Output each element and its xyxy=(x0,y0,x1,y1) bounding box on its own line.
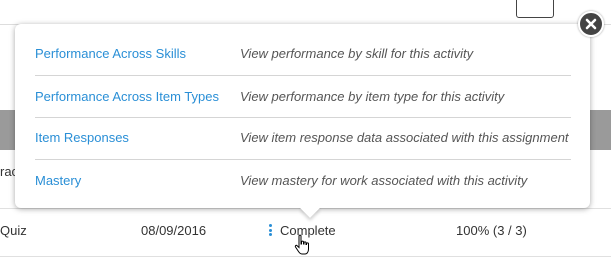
menu-divider xyxy=(35,75,571,76)
close-button[interactable] xyxy=(578,11,604,37)
activity-reports-popover: Performance Across Skills View performan… xyxy=(15,24,590,218)
activity-date: 08/09/2016 xyxy=(141,223,207,238)
menu-item-link[interactable]: Mastery xyxy=(35,173,81,188)
menu-item-description: View mastery for work associated with th… xyxy=(240,173,528,188)
toolbar-button[interactable] xyxy=(516,0,554,18)
menu-item-link[interactable]: Performance Across Skills xyxy=(35,46,186,61)
menu-item-link[interactable]: Item Responses xyxy=(35,130,129,145)
menu-item-link[interactable]: Performance Across Item Types xyxy=(35,89,219,104)
score-value: 100% (3 / 3) xyxy=(456,223,527,238)
more-options-icon[interactable] xyxy=(267,224,273,238)
activity-type: Quiz xyxy=(0,223,27,238)
menu-item-description: View item response data associated with … xyxy=(240,130,569,145)
menu-item-performance-across-skills[interactable]: Performance Across Skills View performan… xyxy=(35,34,571,74)
menu-item-mastery[interactable]: Mastery View mastery for work associated… xyxy=(35,161,571,201)
menu-item-description: View performance by item type for this a… xyxy=(240,89,505,104)
menu-divider xyxy=(35,159,571,160)
menu-item-performance-across-item-types[interactable]: Performance Across Item Types View perfo… xyxy=(35,77,571,117)
menu-item-item-responses[interactable]: Item Responses View item response data a… xyxy=(35,118,571,158)
hand-pointer-icon xyxy=(294,234,309,255)
menu-item-description: View performance by skill for this activ… xyxy=(240,46,474,61)
close-icon xyxy=(585,18,597,30)
